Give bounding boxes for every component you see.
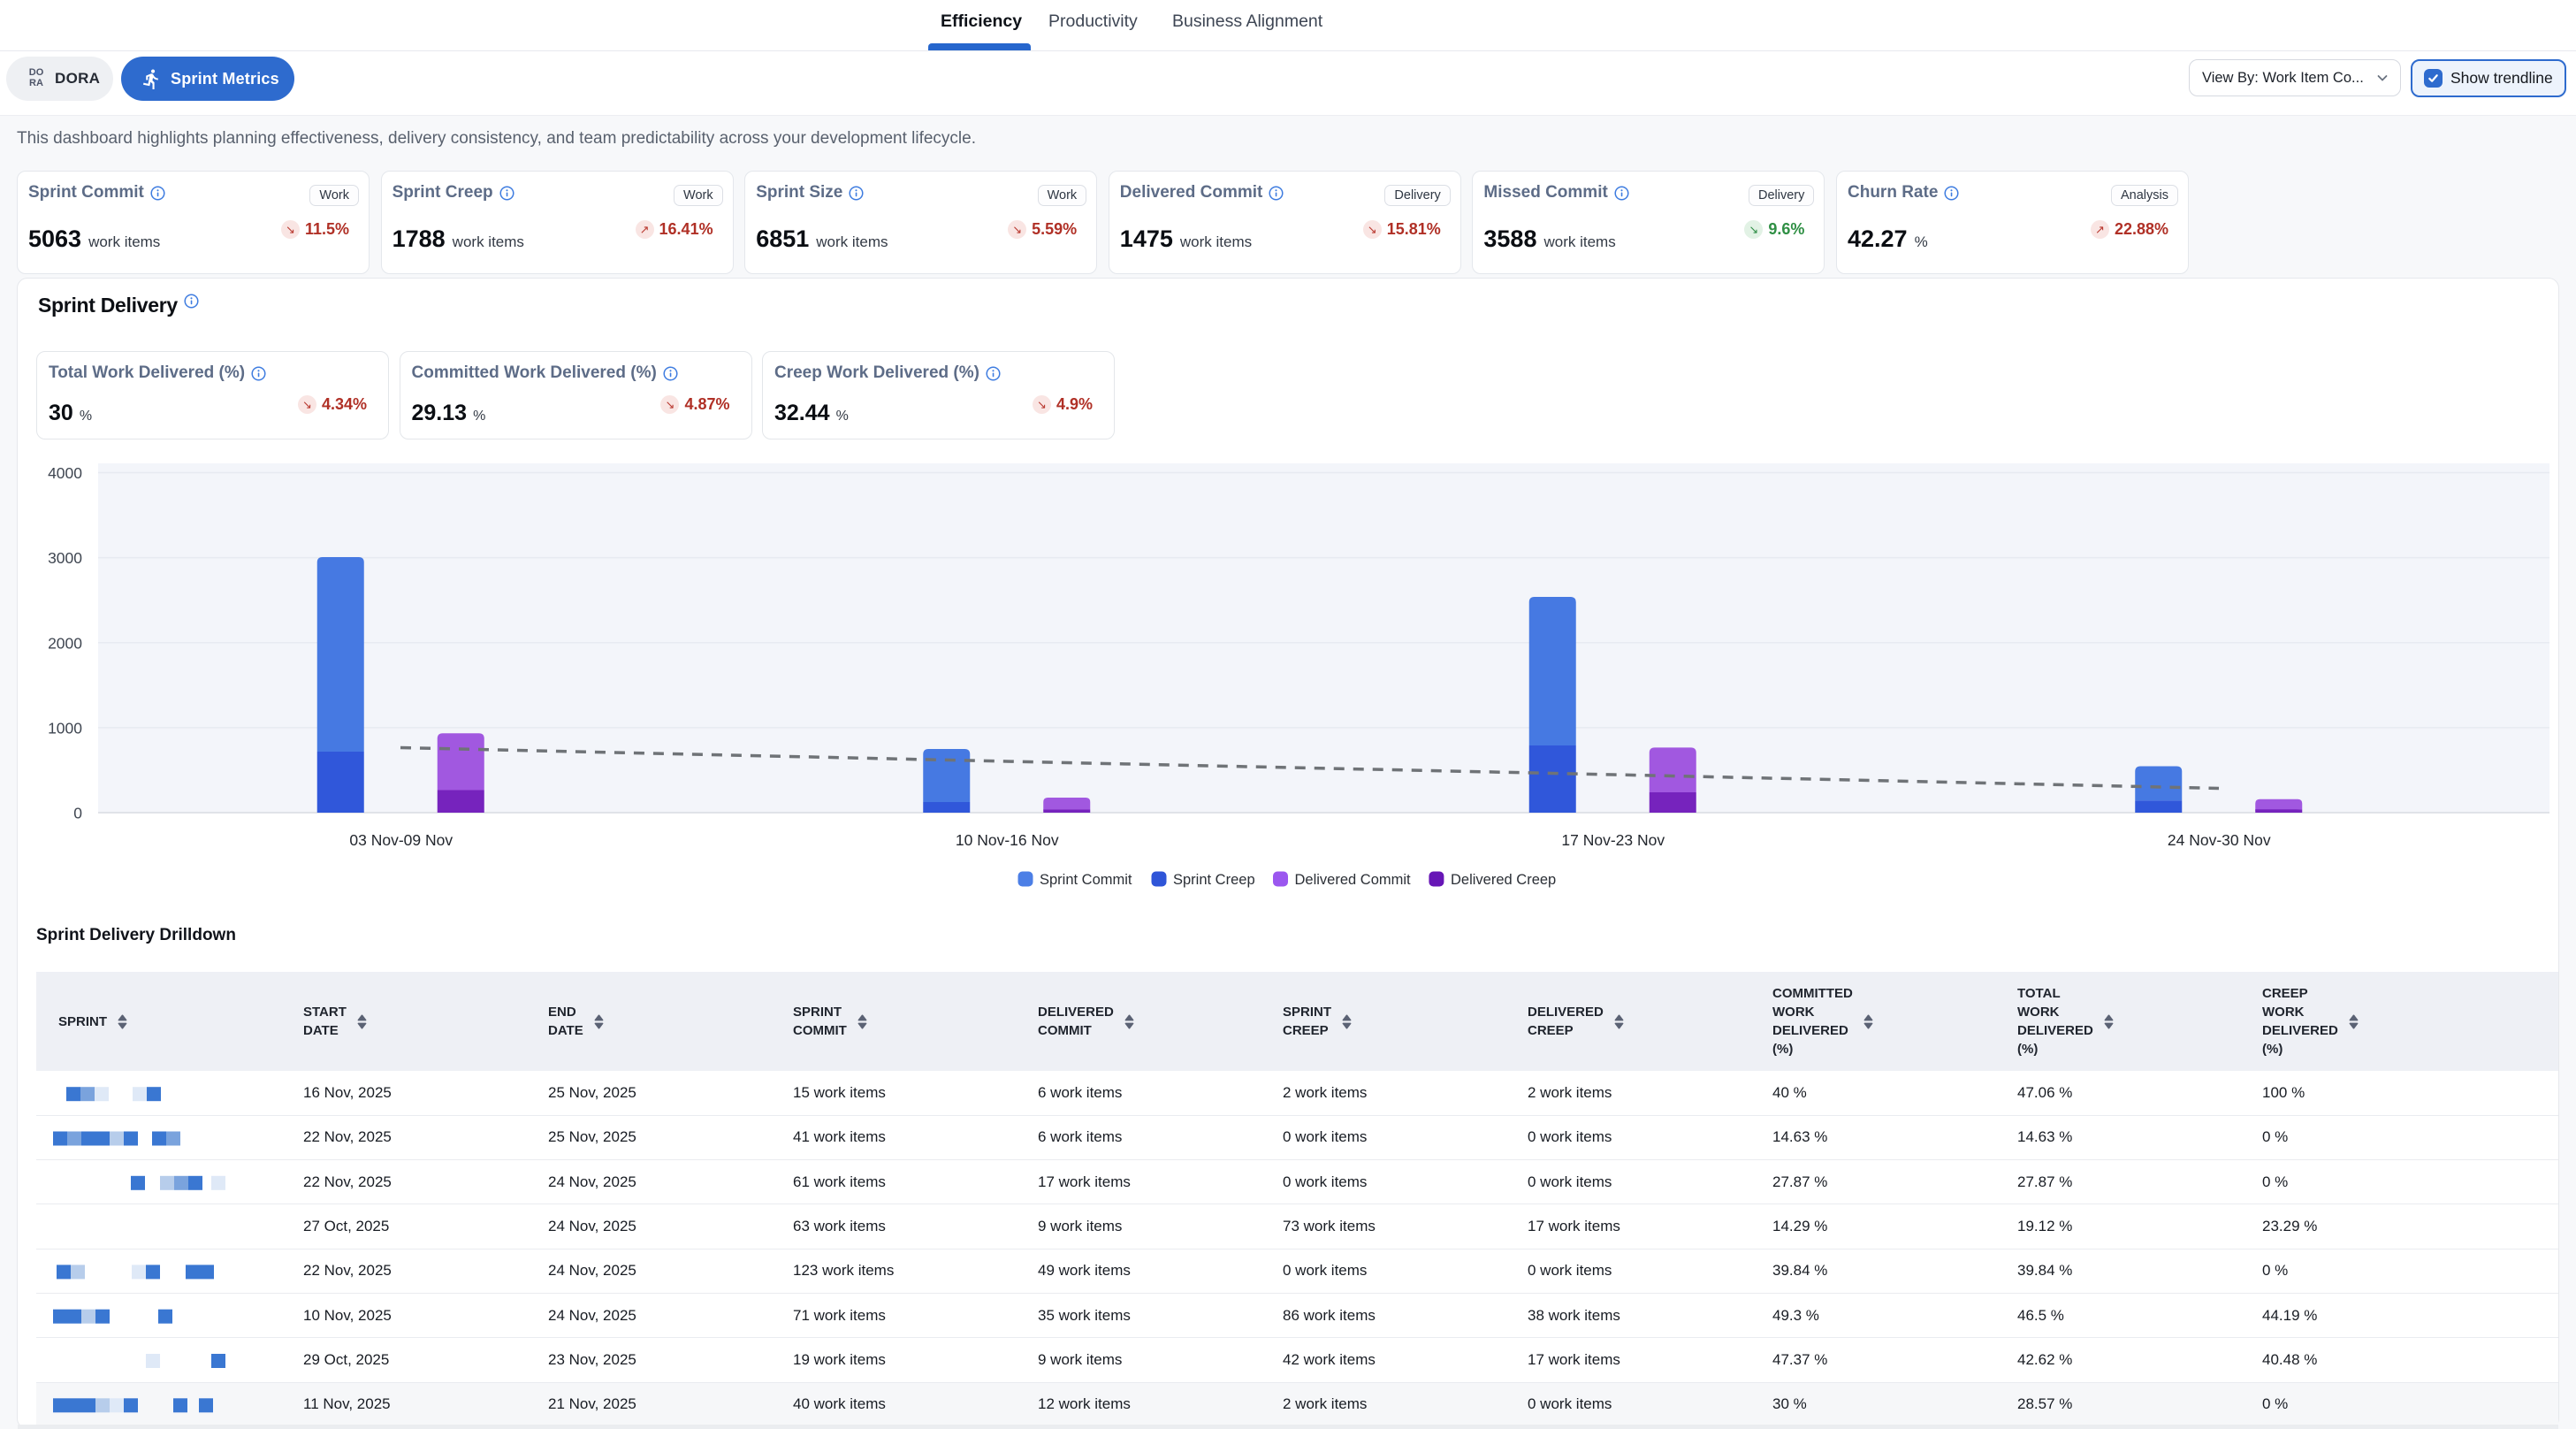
svg-text:10 Nov-16 Nov: 10 Nov-16 Nov [956, 831, 1059, 849]
svg-text:17 Nov-23 Nov: 17 Nov-23 Nov [1561, 831, 1665, 849]
svg-text:Sprint Commit: Sprint Commit [1040, 872, 1132, 888]
svg-text:Delivered Creep: Delivered Creep [1451, 872, 1556, 888]
svg-text:24 Nov-30 Nov: 24 Nov-30 Nov [2168, 831, 2271, 849]
svg-text:Sprint Creep: Sprint Creep [1173, 872, 1255, 888]
svg-text:Delivered Commit: Delivered Commit [1295, 872, 1412, 888]
